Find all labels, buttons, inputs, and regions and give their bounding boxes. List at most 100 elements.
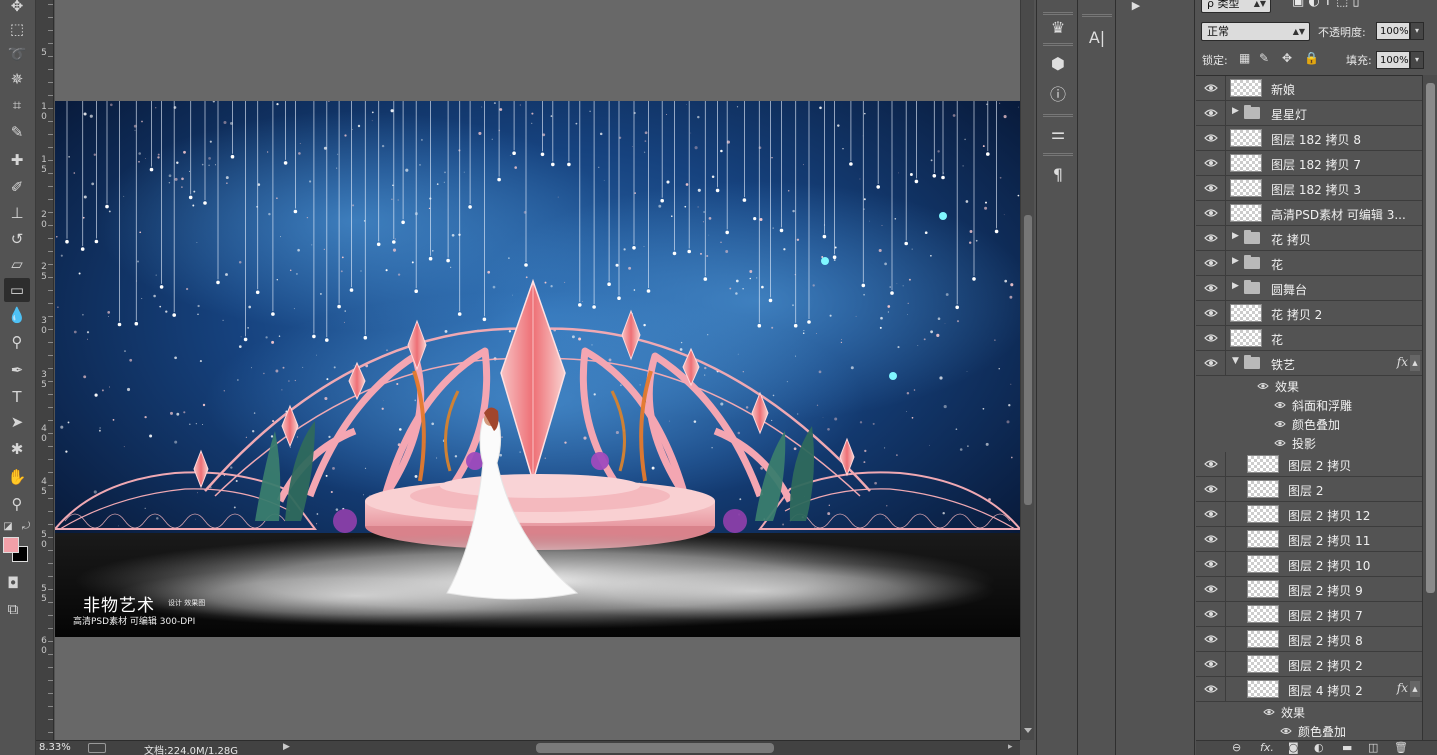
vertical-ruler[interactable]: 0 5 1 0 1 5 2 0 2 5 3 0 3 5 4 0 4 5 5 0 5 5 6 0: [36, 0, 54, 740]
eye-icon[interactable]: [1204, 307, 1218, 319]
effects-header-row[interactable]: 效果: [1196, 376, 1422, 395]
scroll-down-arrow-icon[interactable]: [1024, 728, 1032, 733]
layer-thumbnail[interactable]: [1230, 204, 1262, 222]
layer-thumbnail[interactable]: [1230, 304, 1262, 322]
layer-row[interactable]: 图层 2 拷贝 9: [1196, 577, 1422, 602]
layer-effects-icon[interactable]: fx: [1397, 355, 1408, 369]
swap-colors-icon[interactable]: ⤾: [18, 515, 34, 539]
layer-row[interactable]: ▶ 圆舞台: [1196, 276, 1422, 301]
layer-name[interactable]: 花: [1271, 331, 1283, 348]
pen-tool-icon[interactable]: ✒: [4, 358, 30, 382]
eye-icon[interactable]: [1204, 658, 1218, 670]
layer-row[interactable]: 花 拷贝 2: [1196, 301, 1422, 326]
eye-icon[interactable]: [1204, 132, 1218, 144]
visibility-toggle[interactable]: [1196, 201, 1226, 225]
opacity-field[interactable]: 100%: [1376, 22, 1410, 40]
magic-wand-tool-icon[interactable]: ✵: [4, 67, 30, 91]
layer-name[interactable]: 图层 2 拷贝 2: [1288, 657, 1363, 674]
effect-row[interactable]: 颜色叠加: [1196, 414, 1422, 433]
scroll-right-arrow-icon[interactable]: ▸: [1008, 742, 1013, 752]
3d-cube-icon[interactable]: ⬢: [1046, 52, 1070, 74]
layer-row[interactable]: 图层 182 拷贝 7: [1196, 151, 1422, 176]
default-colors-icon[interactable]: ◪: [0, 515, 16, 539]
layer-thumbnail[interactable]: [1247, 655, 1279, 673]
layer-name[interactable]: 新娘: [1271, 81, 1295, 98]
effect-row[interactable]: 颜色叠加: [1196, 721, 1422, 740]
layer-style-icon[interactable]: fx.: [1260, 741, 1274, 754]
eye-icon[interactable]: [1204, 232, 1218, 244]
layer-name[interactable]: 图层 2 拷贝 7: [1288, 607, 1363, 624]
eye-icon[interactable]: [1204, 182, 1218, 194]
layer-row[interactable]: 图层 182 拷贝 3: [1196, 176, 1422, 201]
history-brush-tool-icon[interactable]: ↺: [4, 227, 30, 251]
eye-icon[interactable]: [1263, 706, 1275, 716]
fill-dropdown-icon[interactable]: ▾: [1410, 51, 1424, 69]
link-layers-icon[interactable]: ⊖: [1232, 741, 1241, 754]
layer-thumbnail[interactable]: [1247, 605, 1279, 623]
visibility-toggle[interactable]: [1196, 101, 1226, 125]
lock-transparent-icon[interactable]: ▦: [1239, 51, 1250, 65]
layer-row[interactable]: 图层 2 拷贝 10: [1196, 552, 1422, 577]
eye-icon[interactable]: [1274, 399, 1286, 409]
visibility-toggle[interactable]: [1196, 226, 1226, 250]
layer-row[interactable]: 花: [1196, 326, 1422, 351]
lasso-tool-icon[interactable]: ➰: [4, 42, 30, 66]
eye-icon[interactable]: [1204, 583, 1218, 595]
layer-row[interactable]: 图层 2 拷贝 7: [1196, 602, 1422, 627]
layers-scroll-thumb[interactable]: [1426, 83, 1435, 593]
visibility-toggle[interactable]: [1196, 276, 1226, 300]
character-icon[interactable]: A|: [1085, 26, 1109, 48]
visibility-toggle[interactable]: [1196, 527, 1226, 551]
eye-icon[interactable]: [1204, 157, 1218, 169]
layer-thumbnail[interactable]: [1247, 680, 1279, 698]
layer-row[interactable]: 图层 2 拷贝 8: [1196, 627, 1422, 652]
visibility-toggle[interactable]: [1196, 326, 1226, 350]
dock-grip[interactable]: [1043, 153, 1073, 156]
eye-icon[interactable]: [1204, 483, 1218, 495]
eye-icon[interactable]: [1204, 633, 1218, 645]
visibility-toggle[interactable]: [1196, 176, 1226, 200]
visibility-toggle[interactable]: [1196, 677, 1226, 701]
layer-name[interactable]: 高清PSD素材 可编辑 3...: [1271, 206, 1406, 223]
layer-name[interactable]: 图层 2 拷贝 12: [1288, 507, 1370, 524]
layer-thumbnail[interactable]: [1230, 179, 1262, 197]
layer-thumbnail[interactable]: [1247, 555, 1279, 573]
type-tool-icon[interactable]: T: [4, 385, 30, 409]
eye-icon[interactable]: [1204, 683, 1218, 695]
layer-row[interactable]: ▶ 星星灯: [1196, 101, 1422, 126]
paragraph-icon[interactable]: ¶: [1046, 163, 1070, 185]
layer-thumbnail[interactable]: [1230, 129, 1262, 147]
layer-row[interactable]: 新娘: [1196, 76, 1422, 101]
collapse-group-icon[interactable]: ▼: [1232, 356, 1239, 366]
foreground-color-swatch[interactable]: [3, 537, 19, 553]
layer-effects-icon[interactable]: fx: [1397, 681, 1408, 695]
visibility-toggle[interactable]: [1196, 301, 1226, 325]
layers-scrollbar[interactable]: [1422, 75, 1437, 740]
layer-name[interactable]: 图层 4 拷贝 2: [1288, 682, 1363, 699]
layer-row[interactable]: 图层 182 拷贝 8: [1196, 126, 1422, 151]
visibility-toggle[interactable]: [1196, 76, 1226, 100]
visibility-toggle[interactable]: [1196, 502, 1226, 526]
eye-icon[interactable]: [1204, 282, 1218, 294]
layer-row[interactable]: 图层 2 拷贝 12: [1196, 502, 1422, 527]
eye-icon[interactable]: [1274, 437, 1286, 447]
layer-thumbnail[interactable]: [1247, 455, 1279, 473]
eye-icon[interactable]: [1274, 418, 1286, 428]
horizontal-scroll-thumb[interactable]: [536, 743, 774, 753]
layer-row[interactable]: ▶ 花 拷贝: [1196, 226, 1422, 251]
move-tool-icon[interactable]: ✥: [4, 0, 30, 18]
play-action-icon[interactable]: ▶: [1124, 0, 1148, 16]
eye-icon[interactable]: [1257, 380, 1269, 390]
layer-name[interactable]: 图层 2 拷贝: [1288, 457, 1351, 474]
status-menu-arrow-icon[interactable]: ▶: [283, 742, 290, 752]
layer-thumbnail[interactable]: [1230, 79, 1262, 97]
layer-name[interactable]: 铁艺: [1271, 356, 1295, 373]
lock-all-icon[interactable]: 🔒: [1304, 51, 1319, 65]
layer-name[interactable]: 图层 2: [1288, 482, 1323, 499]
visibility-toggle[interactable]: [1196, 151, 1226, 175]
visibility-toggle[interactable]: [1196, 577, 1226, 601]
gradient-tool-icon[interactable]: ▭: [4, 278, 30, 302]
visibility-toggle[interactable]: [1196, 627, 1226, 651]
layer-row[interactable]: 高清PSD素材 可编辑 3...: [1196, 201, 1422, 226]
visibility-toggle[interactable]: [1196, 452, 1226, 476]
